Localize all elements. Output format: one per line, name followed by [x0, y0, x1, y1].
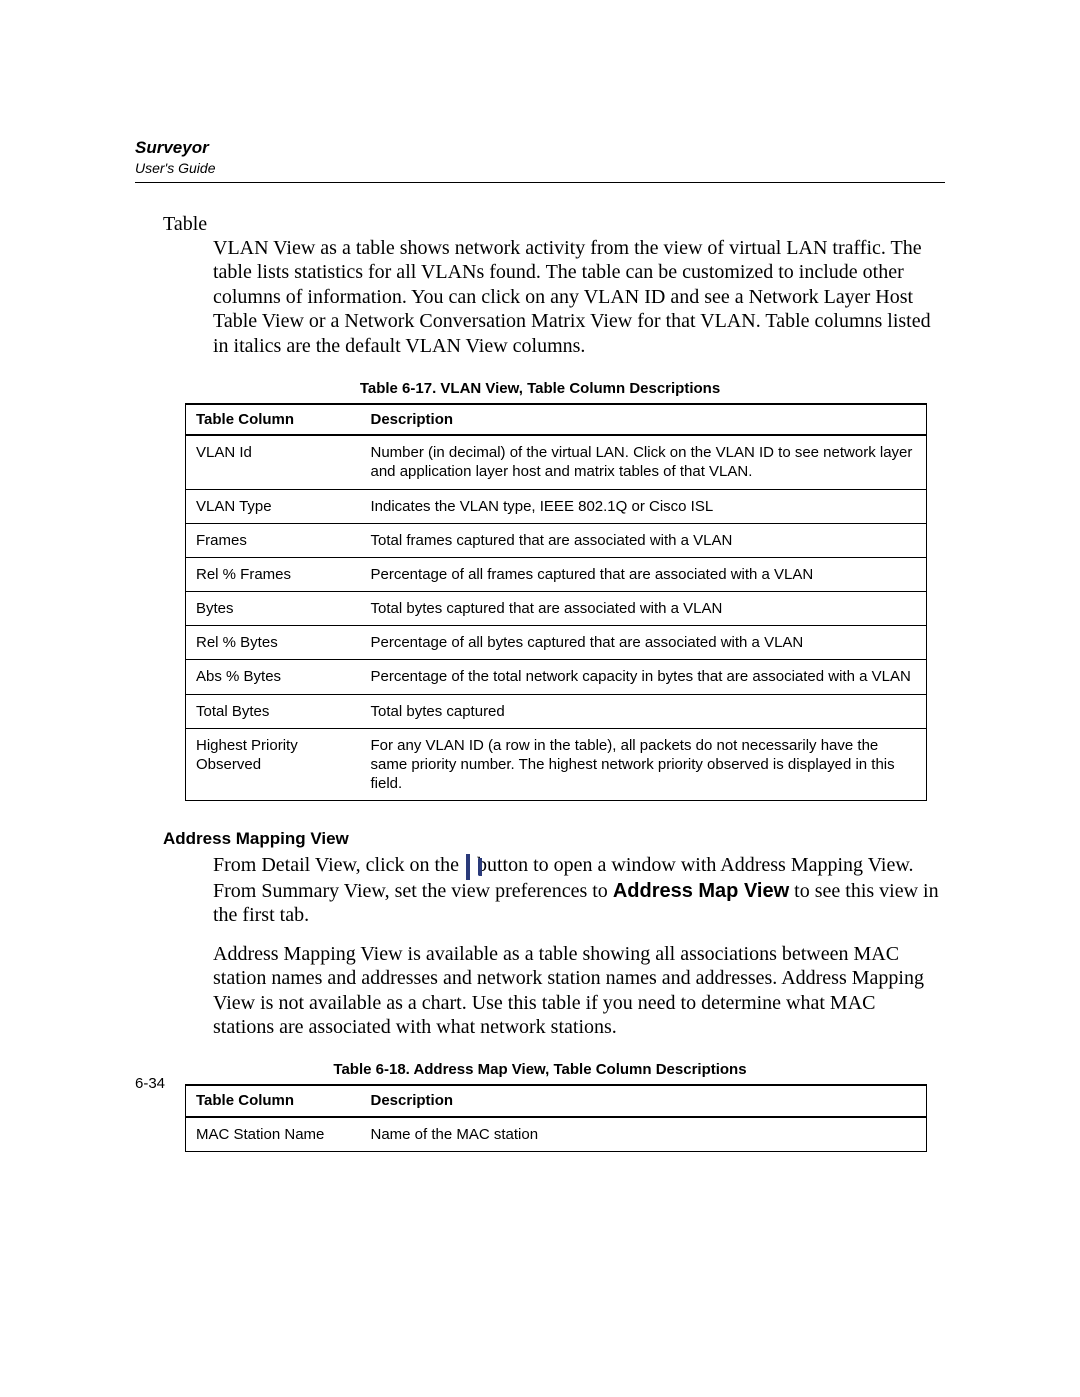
table-cell-name: Rel % Bytes [186, 626, 361, 660]
table-cell-name: Bytes [186, 592, 361, 626]
paragraph-address-mapping-2: Address Mapping View is available as a t… [213, 942, 940, 1040]
table-cell-desc: Total frames captured that are associate… [361, 523, 927, 557]
table-cell-desc: Number (in decimal) of the virtual LAN. … [361, 435, 927, 489]
table-row: Highest Priority Observed For any VLAN I… [186, 728, 927, 801]
table-cell-name: Total Bytes [186, 694, 361, 728]
table-vlan-view: Table Column Description VLAN Id Number … [185, 403, 927, 801]
table-row: VLAN Type Indicates the VLAN type, IEEE … [186, 489, 927, 523]
section-heading-table: Table [163, 213, 945, 236]
table-cell-desc: Name of the MAC station [361, 1117, 927, 1152]
table-cell-name: VLAN Id [186, 435, 361, 489]
table-cell-name: VLAN Type [186, 489, 361, 523]
address-map-icon [466, 855, 470, 879]
paragraph-vlan-intro: VLAN View as a table shows network activ… [213, 236, 940, 358]
table-header-row: Table Column Description [186, 1085, 927, 1116]
page-number: 6-34 [135, 1075, 165, 1092]
body-text-block-2: From Detail View, click on the button to… [213, 853, 940, 1039]
table-header-column-name: Table Column [186, 1085, 361, 1116]
table-cell-name: Highest Priority Observed [186, 728, 361, 801]
table-caption-6-18: Table 6-18. Address Map View, Table Colu… [135, 1061, 945, 1078]
table-row: VLAN Id Number (in decimal) of the virtu… [186, 435, 927, 489]
table-row: Rel % Bytes Percentage of all bytes capt… [186, 626, 927, 660]
table-cell-name: Rel % Frames [186, 557, 361, 591]
table-caption-6-17: Table 6-17. VLAN View, Table Column Desc… [135, 380, 945, 397]
subheading-address-mapping: Address Mapping View [163, 829, 945, 849]
table-row: Bytes Total bytes captured that are asso… [186, 592, 927, 626]
table-cell-desc: Percentage of all bytes captured that ar… [361, 626, 927, 660]
table-cell-name: MAC Station Name [186, 1117, 361, 1152]
table-header-description: Description [361, 404, 927, 435]
table-row: MAC Station Name Name of the MAC station [186, 1117, 927, 1152]
table-cell-name: Frames [186, 523, 361, 557]
table-cell-name: Abs % Bytes [186, 660, 361, 694]
table-header-row: Table Column Description [186, 404, 927, 435]
header-brand: Surveyor [135, 138, 945, 158]
table-cell-desc: Total bytes captured [361, 694, 927, 728]
table-cell-desc: Indicates the VLAN type, IEEE 802.1Q or … [361, 489, 927, 523]
table-header-description: Description [361, 1085, 927, 1116]
body-text-block-1: VLAN View as a table shows network activ… [213, 236, 940, 358]
page: Surveyor User's Guide Table VLAN View as… [0, 0, 1080, 1397]
table-row: Rel % Frames Percentage of all frames ca… [186, 557, 927, 591]
table-cell-desc: Percentage of all frames captured that a… [361, 557, 927, 591]
table-row: Abs % Bytes Percentage of the total netw… [186, 660, 927, 694]
text-fragment: From Detail View, click on the [213, 854, 464, 876]
table-cell-desc: Percentage of the total network capacity… [361, 660, 927, 694]
table-cell-desc: Total bytes captured that are associated… [361, 592, 927, 626]
paragraph-address-mapping-1: From Detail View, click on the button to… [213, 853, 940, 927]
header-rule [135, 182, 945, 183]
table-row: Frames Total frames captured that are as… [186, 523, 927, 557]
header-subtitle: User's Guide [135, 160, 945, 176]
table-header-column-name: Table Column [186, 404, 361, 435]
table-cell-desc: For any VLAN ID (a row in the table), al… [361, 728, 927, 801]
ui-label-address-map-view: Address Map View [613, 880, 789, 902]
table-address-map: Table Column Description MAC Station Nam… [185, 1084, 927, 1151]
table-row: Total Bytes Total bytes captured [186, 694, 927, 728]
